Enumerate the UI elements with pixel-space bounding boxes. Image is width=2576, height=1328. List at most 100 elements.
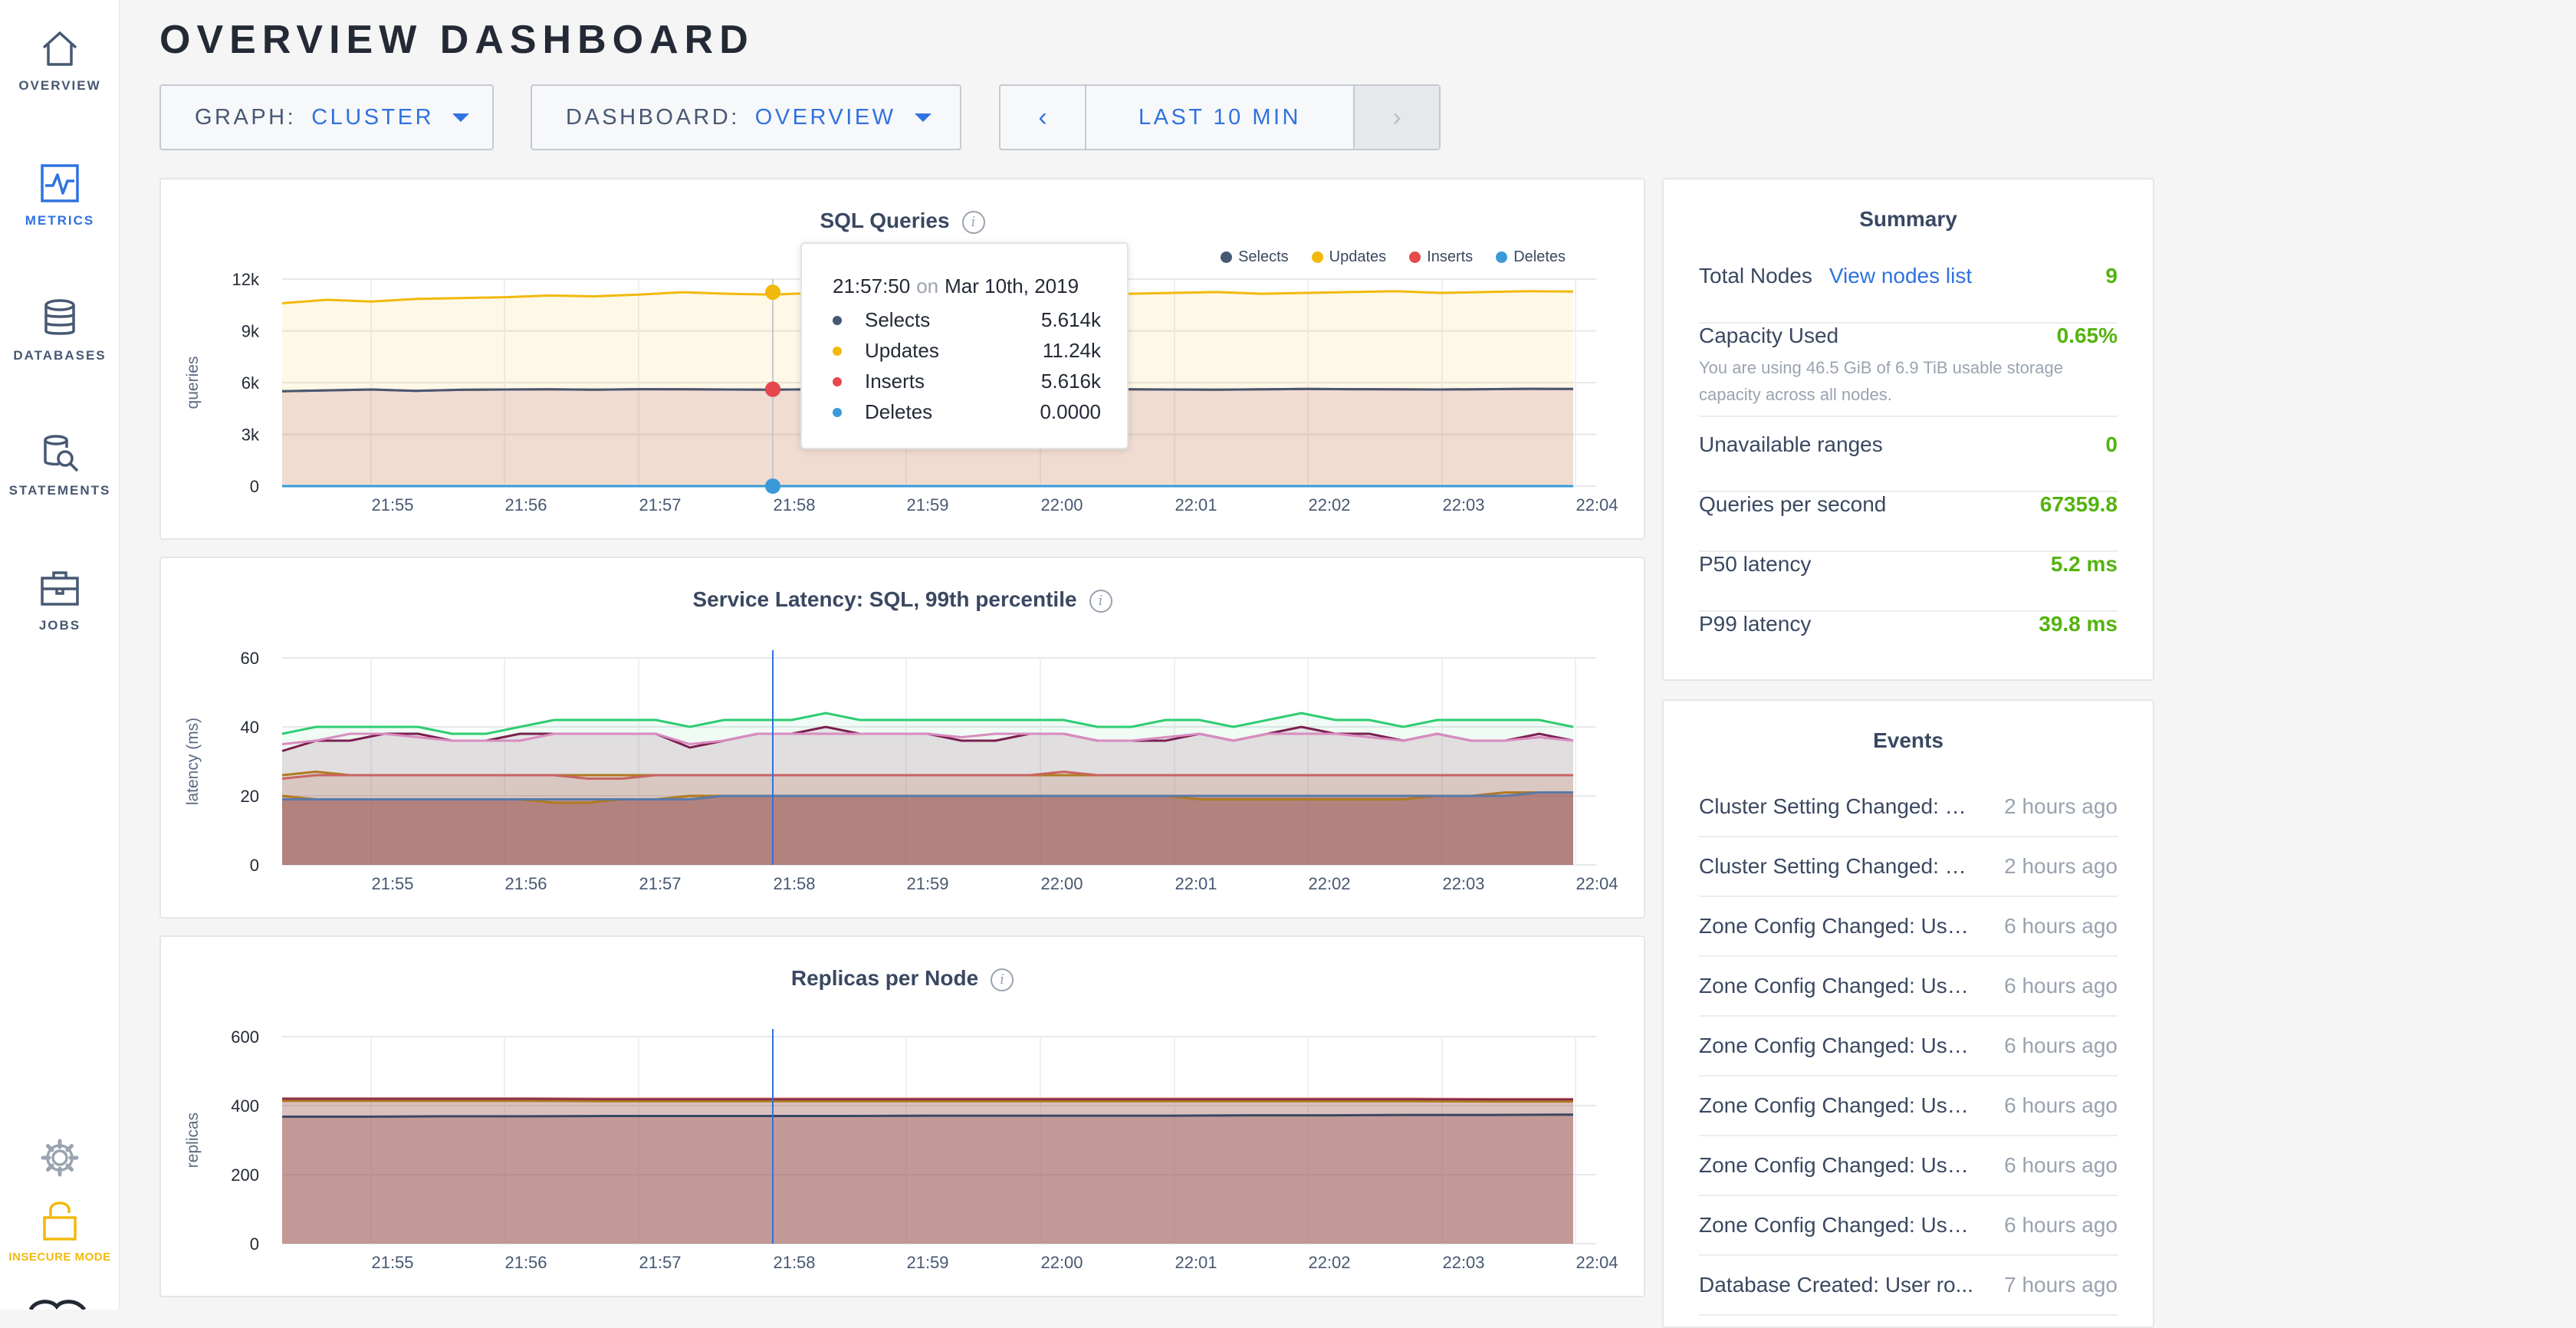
jobs-icon: [41, 571, 79, 606]
x-tick-label: 22:02: [1308, 874, 1350, 893]
nav-databases-label: DATABASES: [13, 348, 107, 363]
summary-label: P50 latency: [1699, 552, 1812, 576]
metrics-icon: [41, 164, 79, 202]
home-icon: [42, 31, 77, 66]
tooltip-series-name: Selects: [865, 308, 931, 331]
y-axis-label: replicas: [184, 1113, 202, 1168]
y-tick-label: 12k: [232, 270, 260, 289]
x-tick-label: 22:02: [1308, 1253, 1350, 1272]
sql-queries-title: SQL Queries i: [161, 209, 1644, 234]
capacity-note: You are using 46.5 GiB of 6.9 TiB usable…: [1699, 358, 2063, 404]
y-tick-label: 0: [250, 477, 259, 496]
x-tick-label: 21:59: [906, 1253, 948, 1272]
event-time: 6 hours ago: [2004, 1034, 2118, 1057]
replicas-title: Replicas per Node i: [161, 966, 1644, 991]
dashboard-dropdown[interactable]: DASHBOARD: OVERVIEW: [531, 84, 961, 150]
tooltip-row: Updates 11.24k: [833, 339, 1101, 363]
graph-dropdown[interactable]: GRAPH: CLUSTER: [159, 84, 494, 150]
chevron-down-icon: [452, 113, 470, 122]
dashboard-dropdown-value: OVERVIEW: [754, 104, 896, 130]
event-row[interactable]: Zone Config Changed: User... 6 hours ago: [1699, 957, 2118, 1017]
nav-overview[interactable]: OVERVIEW: [0, 26, 120, 94]
y-tick-label: 200: [231, 1165, 259, 1185]
x-tick-label: 22:04: [1576, 874, 1618, 893]
event-row[interactable]: Zone Config Changed: User... 6 hours ago: [1699, 1077, 2118, 1136]
chart-tooltip: 21:57:50 on Mar 10th, 2019 Selects 5.614k U…: [800, 242, 1129, 449]
event-time: 2 hours ago: [2004, 854, 2118, 878]
event-row[interactable]: Zone Config Changed: User... 6 hours ago: [1699, 1196, 2118, 1256]
chevron-left-icon: ‹: [1038, 102, 1047, 132]
event-time: 6 hours ago: [2004, 1093, 2118, 1117]
tooltip-time: 21:57:50: [833, 274, 911, 297]
nav-jobs-label: JOBS: [38, 618, 81, 633]
replicas-line: [282, 1100, 1573, 1103]
events-card: Events Cluster Setting Changed: U... 2 ho…: [1662, 699, 2154, 1328]
event-row[interactable]: Zone Config Changed: User... 6 hours ago: [1699, 1136, 2118, 1196]
nav-statements-label: STATEMENTS: [8, 483, 111, 498]
event-text: Zone Config Changed: User...: [1699, 1034, 1975, 1057]
summary-row-p99: P99 latency 39.8 ms: [1699, 612, 2118, 672]
event-time: 6 hours ago: [2004, 914, 2118, 938]
event-text: Cluster Setting Changed: U...: [1699, 854, 1975, 878]
dashboard-dropdown-label: DASHBOARD:: [566, 104, 740, 130]
legend-item[interactable]: Selects: [1221, 248, 1289, 266]
y-tick-label: 0: [250, 856, 259, 875]
hover-marker-updates: [765, 284, 780, 301]
legend-item[interactable]: Inserts: [1409, 248, 1473, 266]
tooltip-row: Deletes 0.0000: [833, 400, 1101, 424]
chart-legend: Selects Updates Inserts Deletes: [1198, 248, 1566, 266]
service-latency-chart[interactable]: 0 20 40 60 21:55 21:56 21:57 21:58 21:59 22:00 22:…: [161, 558, 1647, 920]
event-row[interactable]: Zone Config Changed: User... 6 hours ago: [1699, 1017, 2118, 1077]
legend-label: Updates: [1329, 248, 1387, 265]
event-text: Database Created: User ro...: [1699, 1273, 1973, 1297]
event-text: Zone Config Changed: User...: [1699, 1213, 1975, 1237]
summary-value: 0: [2105, 432, 2118, 456]
nav-jobs[interactable]: JOBS: [0, 566, 120, 633]
info-icon[interactable]: i: [991, 968, 1014, 991]
legend-item[interactable]: Deletes: [1496, 248, 1566, 266]
event-row[interactable]: Cluster Setting Changed: U... 2 hours ago: [1699, 777, 2118, 837]
time-prev-button[interactable]: ‹: [1001, 86, 1086, 149]
summary-value: 5.2 ms: [2050, 552, 2118, 576]
view-nodes-link[interactable]: View nodes list: [1829, 264, 1972, 288]
chevron-right-icon: ›: [1392, 102, 1401, 132]
cockroach-logo-icon: [28, 1296, 89, 1313]
x-tick-label: 22:03: [1442, 495, 1484, 514]
info-icon[interactable]: i: [961, 210, 985, 234]
y-tick-label: 400: [231, 1096, 259, 1116]
sidebar: OVERVIEW METRICS DATABASES STATEMENTS JO…: [0, 0, 120, 1313]
series-dot: [833, 346, 842, 356]
y-tick-label: 0: [250, 1234, 259, 1254]
nav-statements[interactable]: STATEMENTS: [0, 431, 120, 498]
service-latency-panel: 0 20 40 60 21:55 21:56 21:57 21:58 21:59 22:00 22:…: [159, 557, 1645, 919]
y-tick-label: 40: [241, 718, 259, 737]
x-tick-label: 22:02: [1308, 495, 1350, 514]
insecure-mode[interactable]: INSECURE MODE: [0, 1198, 120, 1264]
nav-databases[interactable]: DATABASES: [0, 296, 120, 363]
time-range-button[interactable]: LAST 10 MIN: [1086, 86, 1353, 149]
event-text: Zone Config Changed: User...: [1699, 914, 1975, 938]
x-tick-label: 21:56: [504, 874, 547, 893]
event-row[interactable]: Database Created: User ro... 7 hours ago: [1699, 1256, 2118, 1316]
x-tick-label: 22:01: [1175, 495, 1217, 514]
summary-row-p50: P50 latency 5.2 ms: [1699, 552, 2118, 612]
legend-item[interactable]: Updates: [1311, 248, 1387, 266]
x-tick-label: 21:59: [906, 495, 948, 514]
x-tick-label: 21:55: [371, 1253, 413, 1272]
y-tick-label: 20: [241, 787, 259, 806]
replicas-chart[interactable]: 0 200 400 600 21:55 21:56 21:57 21:58 21:59 22:00…: [161, 937, 1647, 1299]
summary-value: 39.8 ms: [2039, 612, 2118, 636]
event-time: 6 hours ago: [2004, 1213, 2118, 1237]
replicas-area: [282, 1114, 1573, 1244]
time-range-selector: ‹ LAST 10 MIN ›: [999, 84, 1441, 150]
event-row[interactable]: Cluster Setting Changed: U... 2 hours ago: [1699, 837, 2118, 897]
event-row[interactable]: Zone Config Changed: User... 6 hours ago: [1699, 897, 2118, 957]
nav-metrics[interactable]: METRICS: [0, 161, 120, 228]
page-title: OVERVIEW DASHBOARD: [159, 18, 754, 62]
tooltip-series-name: Updates: [865, 339, 939, 362]
time-next-button[interactable]: ›: [1353, 86, 1439, 149]
settings-button[interactable]: [38, 1136, 81, 1183]
summary-label: Unavailable ranges: [1699, 432, 1883, 456]
insecure-mode-label: INSECURE MODE: [8, 1251, 111, 1264]
info-icon[interactable]: i: [1089, 589, 1112, 613]
